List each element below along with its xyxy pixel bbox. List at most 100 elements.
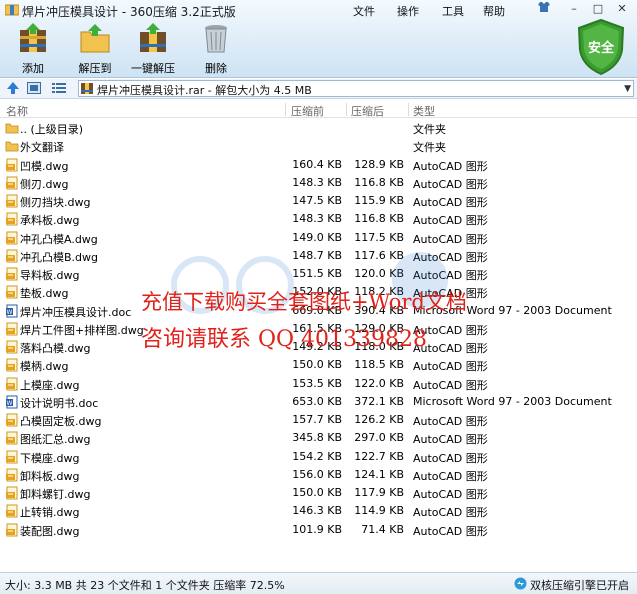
- doc-icon: W: [6, 395, 18, 409]
- file-type: AutoCAD 图形: [413, 177, 488, 191]
- file-size: 150.0 KB: [292, 358, 342, 372]
- file-packed-size: 118.2 KB: [354, 285, 404, 299]
- file-name: 侧刃.dwg: [20, 177, 69, 191]
- app-icon: [5, 4, 19, 16]
- file-type: AutoCAD 图形: [413, 214, 488, 228]
- file-size: 152.0 KB: [292, 285, 342, 299]
- column-divider[interactable]: [285, 103, 286, 116]
- file-row[interactable]: 导料板.dwg 151.5 KB 120.0 KB AutoCAD 图形: [0, 265, 637, 283]
- file-type: AutoCAD 图形: [413, 488, 488, 501]
- file-row[interactable]: W 焊片冲压模具设计.doc 669.0 KB 390.4 KB Microsoft W…: [0, 302, 637, 320]
- file-row[interactable]: 冲孔凸模B.dwg 148.7 KB 117.6 KB AutoCAD 图形: [0, 247, 637, 265]
- dwg-icon: [6, 267, 18, 281]
- skin-icon[interactable]: [533, 1, 555, 17]
- one-click-extract-icon: [140, 23, 166, 52]
- file-packed-size: 117.6 KB: [354, 248, 404, 262]
- dwg-icon: [6, 285, 18, 299]
- file-row[interactable]: 凸模固定板.dwg 157.7 KB 126.2 KB AutoCAD 图形: [0, 411, 637, 429]
- file-packed-size: 117.9 KB: [354, 486, 404, 499]
- file-row[interactable]: 凹模.dwg 160.4 KB 128.9 KB AutoCAD 图形: [0, 156, 637, 174]
- file-row[interactable]: .. (上级目录) 文件夹: [0, 119, 637, 137]
- close-button[interactable]: ✕: [611, 1, 633, 17]
- file-row[interactable]: 承料板.dwg 148.3 KB 116.8 KB AutoCAD 图形: [0, 210, 637, 228]
- file-row[interactable]: 卸料螺钉.dwg 150.0 KB 117.9 KB AutoCAD 图形: [0, 484, 637, 502]
- column-size[interactable]: 压缩前: [291, 103, 324, 119]
- svg-text:W: W: [7, 309, 13, 316]
- file-size: 153.5 KB: [292, 376, 342, 390]
- file-type: AutoCAD 图形: [413, 196, 488, 209]
- file-row[interactable]: W 设计说明书.doc 653.0 KB 372.1 KB Microsoft Word…: [0, 393, 637, 411]
- file-name: 凹模.dwg: [20, 159, 69, 173]
- one-click-extract-button[interactable]: 一键解压: [123, 22, 183, 75]
- menu-help[interactable]: 帮助: [483, 3, 505, 19]
- file-row[interactable]: 下模座.dwg 154.2 KB 122.7 KB AutoCAD 图形: [0, 448, 637, 466]
- file-row[interactable]: 止转销.dwg 146.3 KB 114.9 KB AutoCAD 图形: [0, 502, 637, 520]
- column-name[interactable]: 名称: [6, 103, 28, 119]
- thumbnail-view-icon[interactable]: [27, 82, 41, 94]
- file-type: AutoCAD 图形: [413, 250, 488, 264]
- file-row[interactable]: 装配图.dwg 101.9 KB 71.4 KB AutoCAD 图形: [0, 521, 637, 539]
- delete-button[interactable]: 删除: [186, 22, 246, 75]
- maximize-button[interactable]: □: [587, 1, 609, 17]
- extract-to-button[interactable]: 解压到: [65, 22, 125, 75]
- file-row[interactable]: 外文翻译 文件夹: [0, 137, 637, 155]
- file-type: AutoCAD 图形: [413, 232, 488, 246]
- column-packed[interactable]: 压缩后: [351, 103, 384, 119]
- list-view-icon[interactable]: [52, 82, 66, 94]
- file-size: 101.9 KB: [292, 522, 342, 536]
- title-toolbar-area: 焊片冲压模具设计 - 360压缩 3.2正式版 文件 操作 工具 帮助 – □ …: [0, 0, 637, 78]
- file-row[interactable]: 垫板.dwg 152.0 KB 118.2 KB AutoCAD 图形: [0, 283, 637, 301]
- add-archive-icon: [20, 23, 46, 52]
- file-size: 147.5 KB: [292, 194, 342, 207]
- file-name: 垫板.dwg: [20, 287, 69, 301]
- file-row[interactable]: 卸料板.dwg 156.0 KB 124.1 KB AutoCAD 图形: [0, 466, 637, 484]
- file-name: .. (上级目录): [20, 123, 84, 136]
- up-arrow-icon[interactable]: [6, 81, 20, 95]
- chevron-down-icon[interactable]: ▼: [624, 84, 631, 94]
- file-size: 148.7 KB: [292, 248, 342, 262]
- column-divider[interactable]: [408, 103, 409, 116]
- extract-folder-icon: [80, 24, 110, 53]
- file-packed-size: 71.4 KB: [361, 522, 404, 536]
- file-type: AutoCAD 图形: [413, 506, 488, 520]
- file-size: 156.0 KB: [292, 467, 342, 481]
- address-bar[interactable]: 焊片冲压模具设计.rar - 解包大小为 4.5 MB ▼: [78, 80, 634, 97]
- dual-core-engine-status[interactable]: 双核压缩引擎已开启: [530, 577, 629, 593]
- file-row[interactable]: 侧刃.dwg 148.3 KB 116.8 KB AutoCAD 图形: [0, 174, 637, 192]
- file-name: 卸料螺钉.dwg: [20, 488, 91, 501]
- file-type: 文件夹: [413, 123, 446, 136]
- file-packed-size: 124.1 KB: [354, 467, 404, 481]
- file-type: AutoCAD 图形: [413, 287, 488, 301]
- file-row[interactable]: 上模座.dwg 153.5 KB 122.0 KB AutoCAD 图形: [0, 375, 637, 393]
- dwg-icon: [6, 176, 18, 190]
- file-size: 669.0 KB: [292, 303, 342, 317]
- file-packed-size: 122.7 KB: [354, 449, 404, 463]
- file-row[interactable]: 冲孔凸模A.dwg 149.0 KB 117.5 KB AutoCAD 图形: [0, 229, 637, 247]
- file-size: 149.2 KB: [292, 340, 342, 353]
- dual-core-engine-icon[interactable]: [514, 577, 527, 590]
- file-row[interactable]: 模柄.dwg 150.0 KB 118.5 KB AutoCAD 图形: [0, 356, 637, 374]
- file-row[interactable]: 图纸汇总.dwg 345.8 KB 297.0 KB AutoCAD 图形: [0, 429, 637, 447]
- file-type: AutoCAD 图形: [413, 415, 488, 428]
- file-name: 设计说明书.doc: [20, 396, 99, 410]
- menu-operations[interactable]: 操作: [397, 3, 419, 19]
- menu-file[interactable]: 文件: [353, 3, 375, 19]
- address-path: 焊片冲压模具设计.rar - 解包大小为 4.5 MB: [97, 84, 312, 97]
- file-name: 图纸汇总.dwg: [20, 433, 91, 447]
- add-button[interactable]: 添加: [3, 22, 63, 75]
- file-name: 凸模固定板.dwg: [20, 415, 102, 428]
- file-packed-size: 126.2 KB: [354, 413, 404, 426]
- archive-window: 焊片冲压模具设计 - 360压缩 3.2正式版 文件 操作 工具 帮助 – □ …: [0, 0, 637, 594]
- file-size: 160.4 KB: [292, 157, 342, 171]
- minimize-button[interactable]: –: [563, 1, 585, 17]
- menu-tools[interactable]: 工具: [442, 3, 464, 19]
- file-row[interactable]: 落料凸模.dwg 149.2 KB 118.0 KB AutoCAD 图形: [0, 338, 637, 356]
- security-shield[interactable]: 安全: [576, 18, 626, 76]
- file-row[interactable]: 焊片工件图+排样图.dwg 161.5 KB 129.0 KB AutoCAD 图形: [0, 320, 637, 338]
- file-row[interactable]: 侧刃挡块.dwg 147.5 KB 115.9 KB AutoCAD 图形: [0, 192, 637, 210]
- column-divider[interactable]: [346, 103, 347, 116]
- column-type[interactable]: 类型: [413, 103, 435, 119]
- file-packed-size: 372.1 KB: [354, 394, 404, 408]
- file-name: 承料板.dwg: [20, 214, 80, 228]
- file-packed-size: 114.9 KB: [354, 504, 404, 518]
